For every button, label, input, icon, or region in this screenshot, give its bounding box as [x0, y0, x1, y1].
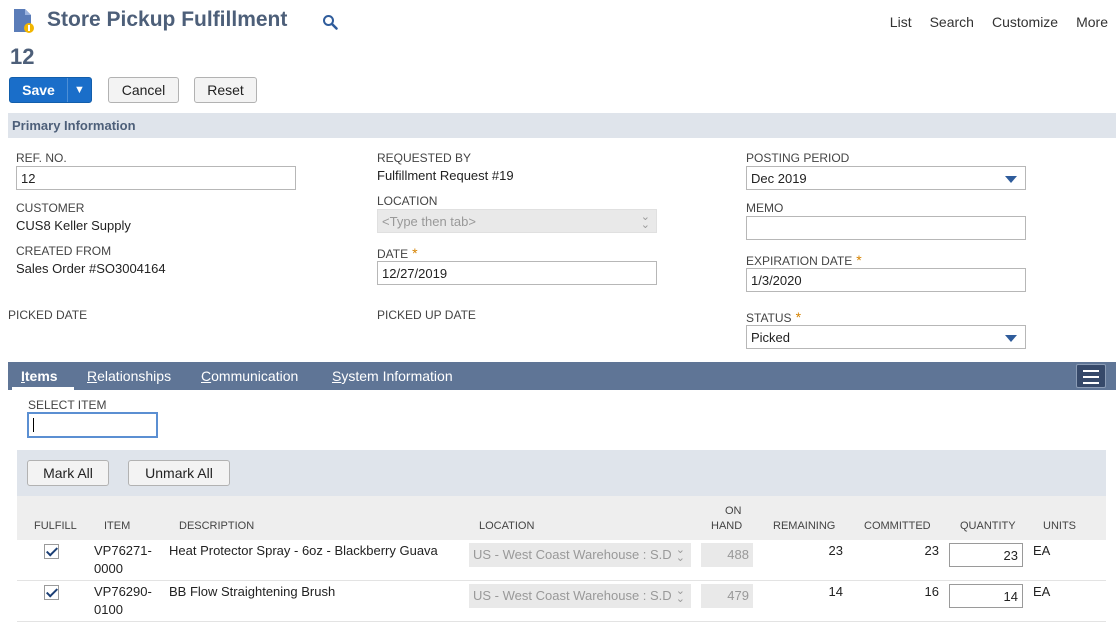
- item-code-line2: 0000: [94, 561, 123, 576]
- customer-value: CUS8 Keller Supply: [16, 218, 131, 233]
- col-description[interactable]: DESCRIPTION: [179, 520, 254, 532]
- item-code-line1: VP76290-: [94, 584, 152, 599]
- col-item[interactable]: ITEM: [104, 520, 130, 532]
- col-quantity[interactable]: QUANTITY: [960, 520, 1016, 532]
- save-button-group: Save ▼: [9, 77, 92, 103]
- mark-all-button[interactable]: Mark All: [27, 460, 109, 486]
- posting-period-select[interactable]: Dec 2019: [746, 166, 1026, 190]
- select-item-label: SELECT ITEM: [28, 398, 107, 412]
- save-button[interactable]: Save: [10, 78, 68, 102]
- col-fulfill[interactable]: FULFILL: [34, 520, 77, 532]
- nav-list[interactable]: List: [890, 14, 912, 30]
- date-input[interactable]: 12/27/2019: [377, 261, 657, 285]
- item-committed: 16: [924, 584, 939, 599]
- items-table-header: FULFILL ITEM DESCRIPTION LOCATION ON HAN…: [17, 496, 1106, 540]
- ref-no-input[interactable]: 12: [16, 166, 296, 190]
- double-chevron-down-icon: ⌄ ⌄: [640, 211, 650, 231]
- tab-system-information[interactable]: System Information: [332, 368, 453, 384]
- item-location: US - West Coast Warehouse : S.D ⌄ ⌄: [469, 543, 691, 567]
- tab-communication[interactable]: Communication: [201, 368, 298, 384]
- record-document-icon: [14, 9, 34, 33]
- fulfill-checkbox[interactable]: [44, 544, 59, 559]
- tab-relationships[interactable]: Relationships: [87, 368, 171, 384]
- memo-label: MEMO: [746, 201, 784, 215]
- required-marker: *: [412, 245, 418, 261]
- dropdown-arrow-icon: [1005, 176, 1017, 183]
- quantity-input[interactable]: 14: [949, 584, 1023, 608]
- table-row: VP76271- 0000 Heat Protector Spray - 6oz…: [17, 540, 1106, 581]
- item-remaining: 23: [828, 543, 843, 558]
- created-from-label: CREATED FROM: [16, 244, 112, 258]
- location-placeholder: <Type then tab>: [382, 214, 476, 229]
- picked-up-date-label: PICKED UP DATE: [377, 308, 476, 322]
- requested-by-label: REQUESTED BY: [377, 151, 472, 165]
- col-location[interactable]: LOCATION: [479, 520, 534, 532]
- record-id: 12: [10, 44, 35, 69]
- posting-period-label: POSTING PERIOD: [746, 151, 850, 165]
- active-tab-indicator: [12, 387, 74, 390]
- quantity-input[interactable]: 23: [949, 543, 1023, 567]
- status-value: Picked: [751, 330, 791, 345]
- col-on-hand-line2[interactable]: HAND: [711, 520, 742, 532]
- col-committed[interactable]: COMMITTED: [864, 520, 931, 532]
- created-from-link[interactable]: Sales Order #SO3004164: [16, 261, 166, 276]
- status-select[interactable]: Picked: [746, 325, 1026, 349]
- location-select: <Type then tab> ⌄ ⌄: [377, 209, 657, 233]
- required-marker: *: [795, 309, 802, 325]
- item-code-line2: 0100: [94, 602, 123, 617]
- double-chevron-down-icon: ⌄ ⌄: [675, 585, 685, 605]
- nav-customize[interactable]: Customize: [992, 14, 1058, 30]
- posting-period-value: Dec 2019: [751, 171, 807, 186]
- unmark-all-button[interactable]: Unmark All: [128, 460, 230, 486]
- date-label: DATE *: [377, 245, 418, 261]
- item-on-hand: 488: [701, 543, 753, 567]
- requested-by-link[interactable]: Fulfillment Request #19: [377, 168, 514, 183]
- item-units: EA: [1033, 584, 1051, 599]
- col-units[interactable]: UNITS: [1043, 520, 1076, 532]
- memo-input[interactable]: [746, 216, 1026, 240]
- picked-date-label: PICKED DATE: [8, 308, 88, 322]
- ref-no-label: REF. NO.: [16, 151, 67, 165]
- top-nav: List Search Customize More: [872, 14, 1108, 30]
- item-remaining: 14: [828, 584, 843, 599]
- select-item-input[interactable]: [27, 412, 158, 438]
- item-committed: 23: [924, 543, 939, 558]
- item-description: BB Flow Straightening Brush: [169, 584, 336, 599]
- item-on-hand: 479: [701, 584, 753, 608]
- search-icon[interactable]: [322, 14, 338, 30]
- fulfill-checkbox[interactable]: [44, 585, 59, 600]
- expiration-date-input[interactable]: 1/3/2020: [746, 268, 1026, 292]
- customer-label: CUSTOMER: [16, 201, 85, 215]
- subtab-bar: Items Relationships Communication System…: [8, 362, 1116, 390]
- reset-button[interactable]: Reset: [194, 77, 257, 103]
- section-primary-information[interactable]: Primary Information: [8, 113, 1116, 138]
- items-toolbar: Mark All Unmark All: [17, 450, 1106, 496]
- cancel-button[interactable]: Cancel: [108, 77, 179, 103]
- col-on-hand-line1[interactable]: ON: [725, 505, 742, 517]
- required-marker: *: [856, 252, 862, 268]
- item-code-line1: VP76271-: [94, 543, 152, 558]
- page-title: Store Pickup Fulfillment: [47, 8, 288, 31]
- tab-items[interactable]: Items: [21, 368, 58, 384]
- text-caret: [33, 418, 34, 432]
- status-label: STATUS *: [746, 309, 802, 325]
- save-dropdown-arrow-icon[interactable]: ▼: [68, 78, 91, 102]
- col-remaining[interactable]: REMAINING: [773, 520, 835, 532]
- tab-menu-icon[interactable]: [1076, 364, 1106, 388]
- table-row: VP76290- 0100 BB Flow Straightening Brus…: [17, 581, 1106, 622]
- dropdown-arrow-icon: [1005, 335, 1017, 342]
- item-description: Heat Protector Spray - 6oz - Blackberry …: [169, 543, 438, 558]
- location-label: LOCATION: [377, 194, 438, 208]
- nav-more[interactable]: More: [1076, 14, 1108, 30]
- nav-search[interactable]: Search: [930, 14, 974, 30]
- double-chevron-down-icon: ⌄ ⌄: [675, 544, 685, 564]
- expiration-date-label: EXPIRATION DATE *: [746, 252, 862, 268]
- item-location: US - West Coast Warehouse : S.D ⌄ ⌄: [469, 584, 691, 608]
- item-units: EA: [1033, 543, 1051, 558]
